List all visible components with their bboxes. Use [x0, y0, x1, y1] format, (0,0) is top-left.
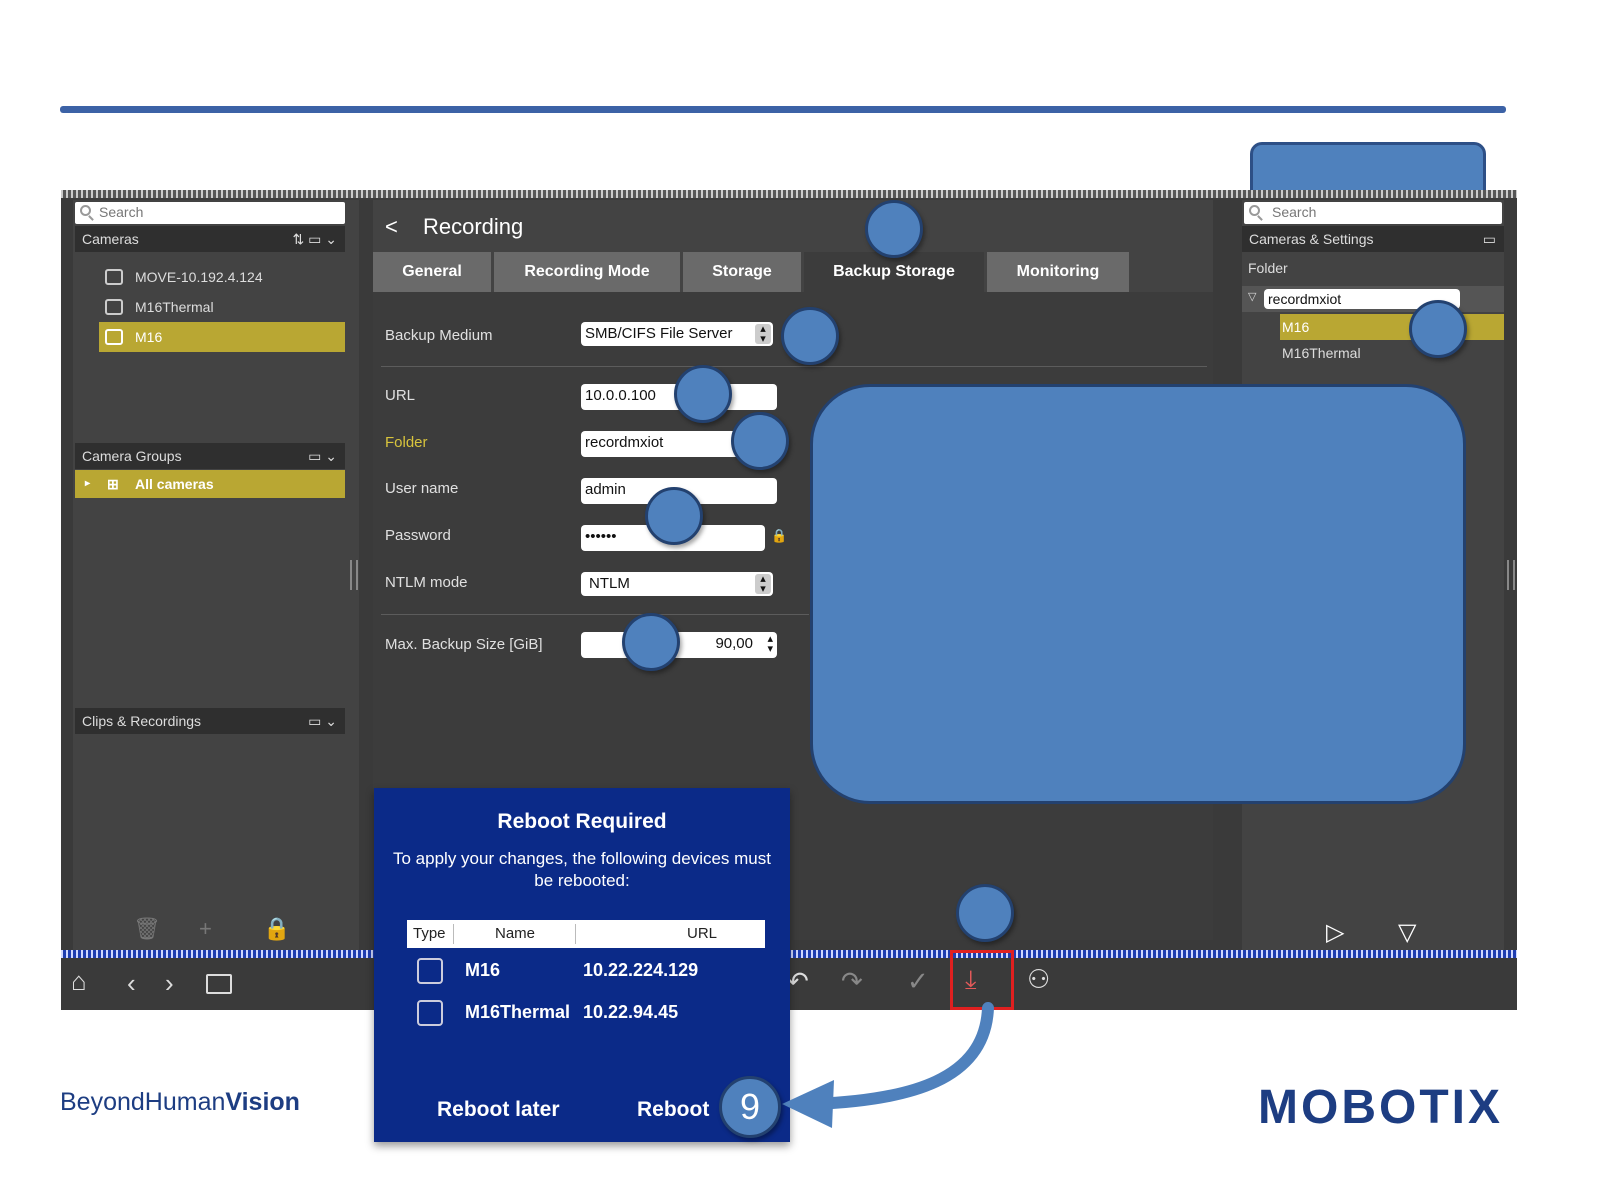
sort-add-collapse-icons[interactable]: ⇅ ▭ ⌄ [293, 226, 337, 252]
clips-header[interactable]: Clips & Recordings ▭ ⌄ [75, 708, 345, 734]
right-search-input[interactable]: Search [1244, 202, 1502, 224]
camera-icon [105, 269, 123, 285]
dialog-title: Reboot Required [497, 810, 667, 833]
annotation-circle [956, 884, 1014, 942]
header-rule [60, 106, 1506, 113]
reboot-button[interactable]: Reboot [637, 1098, 709, 1122]
folder-row[interactable]: ▽ recordmxiot [1242, 286, 1504, 312]
grid-icon: ⊞ [107, 476, 119, 492]
annotation-circle [622, 613, 680, 671]
ntlm-label: NTLM mode [385, 574, 468, 591]
mobotix-logo: MOBOTIX [1258, 1081, 1503, 1134]
tab-backup-storage[interactable]: Backup Storage [804, 252, 984, 292]
add-collapse-icons[interactable]: ▭ ⌄ [308, 443, 337, 469]
left-resize-handle[interactable] [350, 560, 358, 590]
add-icon[interactable]: ▭ [1483, 226, 1496, 252]
camera-item[interactable]: M16Thermal [99, 292, 345, 322]
table-row: M16Thermal 10.22.94.45 [407, 1000, 765, 1032]
ntlm-select[interactable]: NTLM ▴ ▾ [581, 572, 773, 596]
password-label: Password [385, 527, 451, 544]
back-icon[interactable]: < [385, 214, 398, 240]
tab-monitoring[interactable]: Monitoring [987, 252, 1129, 292]
max-backup-label: Max. Backup Size [GiB] [385, 636, 543, 653]
search-icon [1249, 205, 1260, 216]
play-icon[interactable]: ▷ [1326, 918, 1344, 947]
save-download-icon[interactable]: ⤓ [965, 964, 977, 996]
camera-item[interactable]: MOVE-10.192.4.124 [99, 262, 345, 292]
back-arrow-icon[interactable]: ‹ [127, 968, 136, 999]
annotation-circle [674, 365, 732, 423]
cameras-settings-header[interactable]: Cameras & Settings ▭ [1242, 226, 1504, 252]
search-icon [80, 205, 91, 216]
folder-label: Folder [385, 434, 428, 451]
camera-icon [105, 329, 123, 345]
all-cameras-item[interactable]: ▸ ⊞ All cameras [75, 470, 345, 498]
lock-icon: 🔒 [771, 528, 788, 543]
tab-bar: General Recording Mode Storage Backup St… [373, 252, 1213, 292]
brand-tagline: BeyondHumanVision [60, 1088, 300, 1116]
device-table-header: Type Name URL [407, 920, 765, 948]
camera-icon [417, 958, 443, 984]
expand-arrow-icon: ▸ [85, 478, 91, 489]
settings-item-selected[interactable]: M16 [1280, 314, 1504, 340]
camera-groups-header[interactable]: Camera Groups ▭ ⌄ [75, 443, 345, 469]
stepper-icon: ▴ ▾ [755, 324, 771, 345]
divider [381, 614, 809, 615]
undo-icon[interactable]: ↶ [787, 966, 809, 997]
callout-box [810, 384, 1466, 804]
trash-icon[interactable]: 🗑 [133, 916, 161, 942]
table-row: M16 10.22.224.129 [407, 958, 765, 990]
settings-item[interactable]: M16Thermal [1280, 340, 1504, 366]
annotation-circle [731, 412, 789, 470]
left-search-input[interactable]: Search [75, 202, 345, 224]
triangle-down-icon[interactable]: ▽ [1398, 918, 1416, 947]
apply-check-icon[interactable]: ✓ [907, 966, 929, 997]
url-label: URL [385, 387, 416, 404]
collapse-arrow-icon[interactable]: ▽ [1248, 290, 1256, 303]
right-resize-handle[interactable] [1507, 560, 1515, 590]
user-star-icon[interactable]: ⚇ [1027, 964, 1050, 995]
camera-item-selected[interactable]: M16 [99, 322, 345, 352]
left-panel-toolbar: 🗑 + 🔒 [133, 916, 313, 946]
top-splitter[interactable] [61, 190, 1517, 198]
left-panel: Search Cameras ⇅ ▭ ⌄ MOVE-10.192.4.124 M… [73, 200, 359, 950]
video-icon[interactable] [206, 974, 232, 994]
camera-icon [105, 299, 123, 315]
camera-icon [417, 1000, 443, 1026]
annotation-circle [1409, 300, 1467, 358]
home-icon[interactable]: ⌂ [71, 966, 87, 997]
divider [381, 366, 1207, 367]
annotation-circle [865, 200, 923, 258]
stepper-icon: ▴ ▾ [767, 633, 773, 655]
username-label: User name [385, 480, 459, 497]
cameras-header[interactable]: Cameras ⇅ ▭ ⌄ [75, 226, 345, 252]
tab-general[interactable]: General [373, 252, 491, 292]
dialog-message: To apply your changes, the following dev… [393, 849, 771, 890]
tab-storage[interactable]: Storage [683, 252, 801, 292]
reboot-later-button[interactable]: Reboot later [437, 1098, 560, 1122]
folder-label: Folder [1248, 260, 1288, 276]
page-title: Recording [423, 214, 524, 239]
redo-icon[interactable]: ↷ [841, 966, 863, 997]
step-number-badge: 9 [719, 1076, 781, 1138]
forward-arrow-icon[interactable]: › [165, 968, 174, 999]
annotation-circle [781, 307, 839, 365]
annotation-circle [645, 487, 703, 545]
pointer-arrow [782, 1002, 994, 1128]
lock-icon[interactable]: 🔒 [263, 916, 290, 942]
add-collapse-icons[interactable]: ▭ ⌄ [308, 708, 337, 734]
backup-medium-select[interactable]: SMB/CIFS File Server ▴ ▾ [581, 322, 773, 346]
backup-medium-label: Backup Medium [385, 327, 493, 344]
stepper-icon: ▴ ▾ [755, 574, 771, 595]
tab-recording-mode[interactable]: Recording Mode [494, 252, 680, 292]
plus-icon[interactable]: + [199, 916, 212, 942]
